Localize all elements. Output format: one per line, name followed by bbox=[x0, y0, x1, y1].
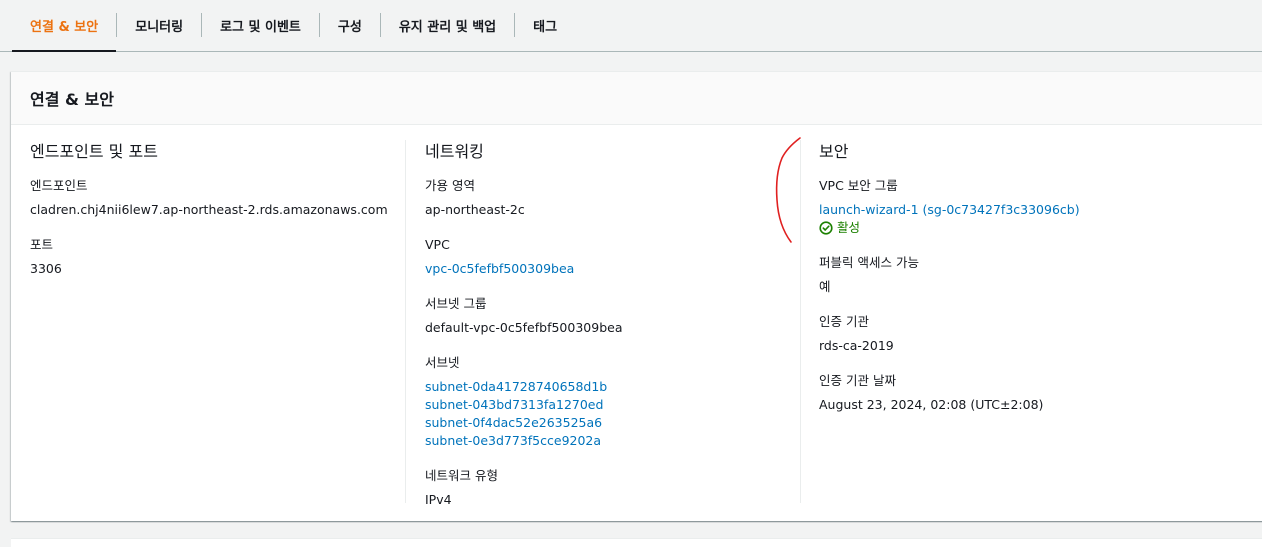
endpoint-field: 엔드포인트 cladren.chj4nii6lew7.ap-northeast-… bbox=[30, 177, 406, 219]
port-value: 3306 bbox=[30, 261, 62, 276]
networking-section: 네트워킹 가용 영역 ap-northeast-2c VPC vpc-0c5fe… bbox=[405, 140, 800, 507]
security-group-field: VPC 보안 그룹 launch-wizard-1 (sg-0c73427f3c… bbox=[819, 177, 1260, 237]
next-panel bbox=[11, 538, 1262, 547]
certificate-date-value: August 23, 2024, 02:08 (UTC±2:08) bbox=[819, 397, 1044, 412]
port-field: 포트 3306 bbox=[30, 236, 406, 278]
public-access-field: 퍼블릭 액세스 가능 예 bbox=[819, 254, 1260, 296]
availability-zone-field: 가용 영역 ap-northeast-2c bbox=[425, 177, 800, 219]
tab-label: 유지 관리 및 백업 bbox=[398, 20, 497, 35]
tab-label: 구성 bbox=[337, 20, 362, 35]
certificate-date-field: 인증 기관 날짜 August 23, 2024, 02:08 (UTC±2:0… bbox=[819, 372, 1260, 414]
networking-section-title: 네트워킹 bbox=[425, 142, 484, 161]
subnet-group-label: 서브넷 그룹 bbox=[425, 296, 487, 311]
port-label: 포트 bbox=[30, 237, 54, 252]
security-group-status: 활성 bbox=[819, 219, 1260, 237]
tab-label: 태그 bbox=[533, 20, 558, 35]
panel-columns: 엔드포인트 및 포트 엔드포인트 cladren.chj4nii6lew7.ap… bbox=[11, 126, 1262, 507]
tab-connectivity-security[interactable]: 연결 & 보안 bbox=[12, 0, 117, 52]
availability-zone-value: ap-northeast-2c bbox=[425, 202, 525, 217]
certificate-date-label: 인증 기관 날짜 bbox=[819, 373, 896, 388]
availability-zone-label: 가용 영역 bbox=[425, 178, 475, 193]
network-type-label: 네트워크 유형 bbox=[425, 468, 498, 483]
public-access-label: 퍼블릭 액세스 가능 bbox=[819, 255, 919, 270]
endpoint-section: 엔드포인트 및 포트 엔드포인트 cladren.chj4nii6lew7.ap… bbox=[30, 126, 406, 503]
subnet-link[interactable]: subnet-043bd7313fa1270ed bbox=[425, 396, 800, 414]
security-group-label: VPC 보안 그룹 bbox=[819, 178, 898, 193]
network-type-field: 네트워크 유형 IPv4 bbox=[425, 467, 800, 509]
certificate-authority-field: 인증 기관 rds-ca-2019 bbox=[819, 313, 1260, 355]
panel-header: 연결 & 보안 bbox=[11, 72, 1262, 125]
tab-label: 모니터링 bbox=[135, 20, 184, 35]
vpc-field: VPC vpc-0c5fefbf500309bea bbox=[425, 236, 800, 278]
tab-tags[interactable]: 태그 bbox=[515, 0, 575, 51]
certificate-authority-label: 인증 기관 bbox=[819, 314, 869, 329]
network-type-value: IPv4 bbox=[425, 492, 452, 507]
subnet-group-field: 서브넷 그룹 default-vpc-0c5fefbf500309bea bbox=[425, 295, 800, 337]
security-section: 보안 VPC 보안 그룹 launch-wizard-1 (sg-0c73427… bbox=[800, 140, 1260, 503]
subnet-link[interactable]: subnet-0f4dac52e263525a6 bbox=[425, 414, 800, 432]
subnets-label: 서브넷 bbox=[425, 355, 460, 370]
check-circle-icon bbox=[819, 221, 833, 235]
tab-configuration[interactable]: 구성 bbox=[320, 0, 380, 51]
connectivity-security-panel: 연결 & 보안 엔드포인트 및 포트 엔드포인트 cladren.chj4nii… bbox=[11, 71, 1262, 521]
security-section-title: 보안 bbox=[819, 142, 849, 161]
security-group-link[interactable]: launch-wizard-1 (sg-0c73427f3c33096cb) bbox=[819, 201, 1260, 219]
subnets-field: 서브넷 subnet-0da41728740658d1b subnet-043b… bbox=[425, 354, 800, 450]
tab-maintenance-backups[interactable]: 유지 관리 및 백업 bbox=[381, 0, 514, 51]
certificate-authority-value: rds-ca-2019 bbox=[819, 338, 894, 353]
endpoint-value: cladren.chj4nii6lew7.ap-northeast-2.rds.… bbox=[30, 202, 388, 217]
vpc-link[interactable]: vpc-0c5fefbf500309bea bbox=[425, 260, 800, 278]
tab-label: 연결 & 보안 bbox=[30, 20, 99, 35]
panel-title: 연결 & 보안 bbox=[30, 90, 114, 109]
tab-monitoring[interactable]: 모니터링 bbox=[117, 0, 201, 51]
status-text: 활성 bbox=[837, 220, 861, 235]
subnet-group-value: default-vpc-0c5fefbf500309bea bbox=[425, 320, 623, 335]
tab-label: 로그 및 이벤트 bbox=[220, 20, 301, 35]
tab-bar: 연결 & 보안 모니터링 로그 및 이벤트 구성 유지 관리 및 백업 태그 bbox=[0, 0, 1262, 52]
endpoint-section-title: 엔드포인트 및 포트 bbox=[30, 142, 158, 161]
vpc-label: VPC bbox=[425, 237, 450, 252]
endpoint-label: 엔드포인트 bbox=[30, 178, 88, 193]
subnet-link[interactable]: subnet-0da41728740658d1b bbox=[425, 378, 800, 396]
public-access-value: 예 bbox=[819, 279, 831, 294]
tab-logs-events[interactable]: 로그 및 이벤트 bbox=[202, 0, 319, 51]
subnet-link[interactable]: subnet-0e3d773f5cce9202a bbox=[425, 432, 800, 450]
